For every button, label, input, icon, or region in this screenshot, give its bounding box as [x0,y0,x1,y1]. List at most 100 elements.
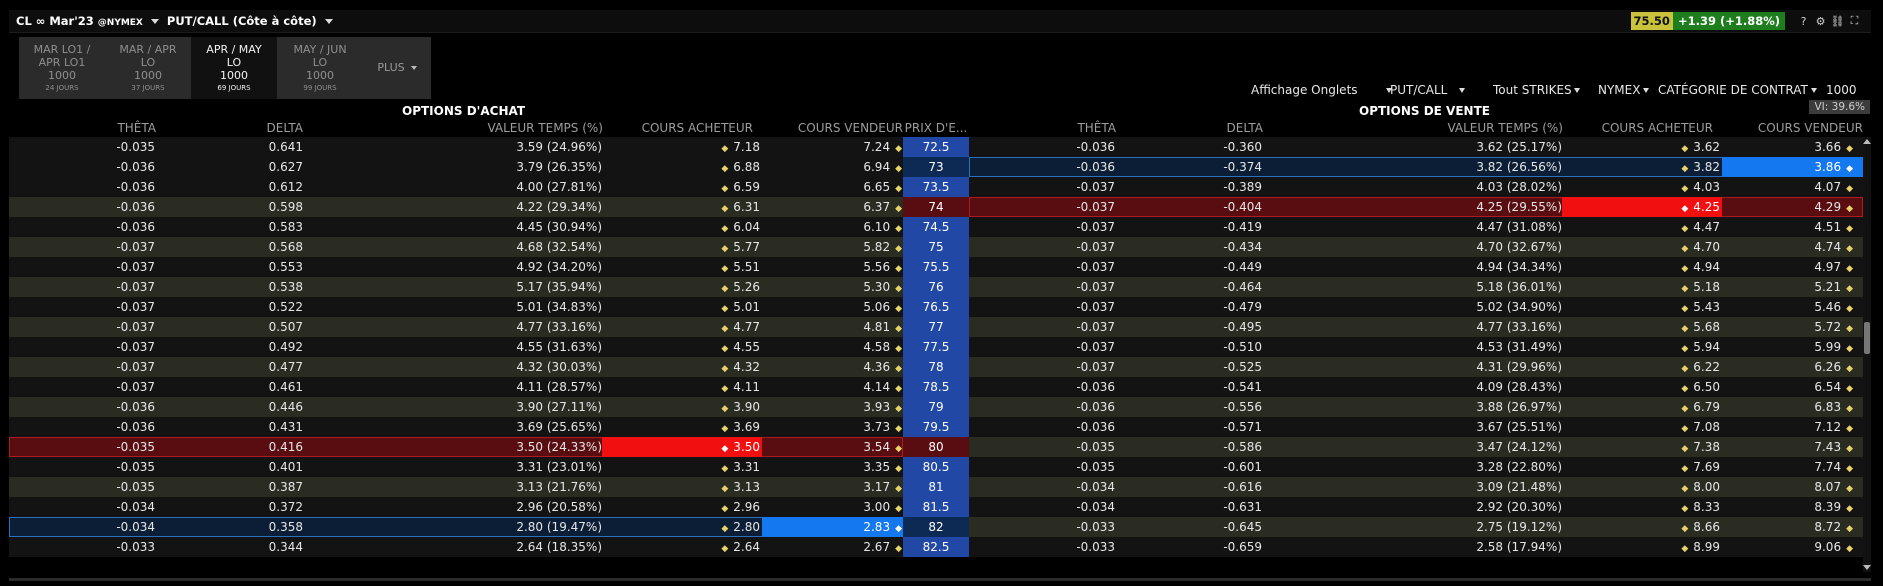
scroll-thumb[interactable] [1864,322,1870,354]
cell-c-bid[interactable]: ◆ 6.88 [602,157,762,177]
cell-c-ask[interactable]: 3.35 ◆ [762,457,912,477]
cell-c-bid[interactable]: ◆ 4.77 [602,317,762,337]
more-tab[interactable]: PLUS [363,37,431,99]
col-header-put-time-value[interactable]: VALEUR TEMPS (%) [1400,121,1563,135]
strike-cell[interactable]: 81.5 [903,497,969,517]
cell-c-bid[interactable]: ◆ 4.55 [602,337,762,357]
cell-c-bid[interactable]: ◆ 4.11 [602,377,762,397]
link-icon[interactable]: ⛓ [1829,15,1846,28]
cell-p-ask[interactable]: 4.29 ◆ [1722,197,1863,217]
contract-size[interactable]: 1000 [1826,83,1857,97]
cell-c-bid[interactable]: ◆ 3.31 [602,457,762,477]
col-header-put-delta[interactable]: DELTA [1200,121,1263,135]
cell-p-bid[interactable]: ◆ 8.99 [1562,537,1722,557]
cell-c-bid[interactable]: ◆ 2.96 [602,497,762,517]
cell-p-bid[interactable]: ◆ 3.62 [1562,137,1722,157]
cell-c-bid[interactable]: ◆ 6.59 [602,177,762,197]
cell-p-bid[interactable]: ◆ 5.18 [1562,277,1722,297]
table-row[interactable]: -0.036 0.431 3.69 (25.65%) ◆ 3.69 3.73 ◆ -0.036… [9,417,1863,437]
col-header-call-theta[interactable]: THÊTA [100,121,156,135]
cell-c-ask[interactable]: 2.67 ◆ [762,537,912,557]
cell-p-ask[interactable]: 6.83 ◆ [1722,397,1863,417]
strike-cell[interactable]: 79 [903,397,969,417]
cell-p-bid[interactable]: ◆ 6.79 [1562,397,1722,417]
strike-cell[interactable]: 78.5 [903,377,969,397]
cell-c-ask[interactable]: 6.10 ◆ [762,217,912,237]
strike-cell[interactable]: 82.5 [903,537,969,557]
table-row[interactable]: -0.037 0.461 4.11 (28.57%) ◆ 4.11 4.14 ◆ -0.036… [9,377,1863,397]
table-row[interactable]: -0.034 0.358 2.80 (19.47%) ◆ 2.80 2.83 ◆ -0.033… [9,517,1863,537]
table-row[interactable]: -0.037 0.522 5.01 (34.83%) ◆ 5.01 5.06 ◆ -0.037… [9,297,1863,317]
strike-cell[interactable]: 81 [903,477,969,497]
scroll-down-icon[interactable] [1863,565,1871,570]
cell-p-bid[interactable]: ◆ 4.47 [1562,217,1722,237]
cell-p-bid[interactable]: ◆ 8.00 [1562,477,1722,497]
table-row[interactable]: -0.037 0.492 4.55 (31.63%) ◆ 4.55 4.58 ◆ -0.037… [9,337,1863,357]
strike-cell[interactable]: 72.5 [903,137,969,157]
horizontal-scrollbar[interactable] [9,578,1871,581]
cell-c-ask[interactable]: 5.30 ◆ [762,277,912,297]
cell-p-bid[interactable]: ◆ 5.43 [1562,297,1722,317]
cell-p-bid[interactable]: ◆ 4.70 [1562,237,1722,257]
exchange-dropdown[interactable]: NYMEX [1598,83,1650,97]
cell-c-bid[interactable]: ◆ 5.51 [602,257,762,277]
table-row[interactable]: -0.036 0.583 4.45 (30.94%) ◆ 6.04 6.10 ◆ -0.037… [9,217,1863,237]
col-header-call-ask[interactable]: COURS VENDEUR [760,121,903,135]
strike-cell[interactable]: 73.5 [903,177,969,197]
cell-c-bid[interactable]: ◆ 7.18 [602,137,762,157]
cell-c-ask[interactable]: 3.93 ◆ [762,397,912,417]
expand-icon[interactable]: ⛶ [1846,14,1863,28]
col-header-strike[interactable]: PRIX D'E... [903,121,969,135]
table-row[interactable]: -0.035 0.387 3.13 (21.76%) ◆ 3.13 3.17 ◆ -0.034… [9,477,1863,497]
col-header-call-time-value[interactable]: VALEUR TEMPS (%) [440,121,603,135]
scroll-up-icon[interactable] [1863,139,1871,144]
cell-c-ask[interactable]: 7.24 ◆ [762,137,912,157]
table-row[interactable]: -0.037 0.553 4.92 (34.20%) ◆ 5.51 5.56 ◆ -0.037… [9,257,1863,277]
table-row[interactable]: -0.037 0.507 4.77 (33.16%) ◆ 4.77 4.81 ◆ -0.037… [9,317,1863,337]
cell-p-ask[interactable]: 4.74 ◆ [1722,237,1863,257]
table-row[interactable]: -0.036 0.598 4.22 (29.34%) ◆ 6.31 6.37 ◆ -0.037… [9,197,1863,217]
cell-c-ask[interactable]: 4.14 ◆ [762,377,912,397]
cell-p-bid[interactable]: ◆ 8.33 [1562,497,1722,517]
cell-c-ask[interactable]: 3.73 ◆ [762,417,912,437]
cell-p-bid[interactable]: ◆ 5.94 [1562,337,1722,357]
table-row[interactable]: -0.035 0.401 3.31 (23.01%) ◆ 3.31 3.35 ◆ -0.035… [9,457,1863,477]
help-icon[interactable]: ? [1795,15,1812,28]
cell-p-bid[interactable]: ◆ 7.08 [1562,417,1722,437]
cell-c-ask[interactable]: 3.00 ◆ [762,497,912,517]
cell-p-bid[interactable]: ◆ 8.66 [1562,517,1722,537]
cell-p-ask[interactable]: 4.51 ◆ [1722,217,1863,237]
strike-cell[interactable]: 80 [903,437,969,457]
cell-c-bid[interactable]: ◆ 2.64 [602,537,762,557]
cell-c-ask[interactable]: 4.81 ◆ [762,317,912,337]
strike-cell[interactable]: 82 [903,517,969,537]
cell-c-ask[interactable]: 6.65 ◆ [762,177,912,197]
table-row[interactable]: -0.036 0.627 3.79 (26.35%) ◆ 6.88 6.94 ◆ -0.036… [9,157,1863,177]
cell-p-bid[interactable]: ◆ 4.03 [1562,177,1722,197]
cell-c-bid[interactable]: ◆ 5.01 [602,297,762,317]
cell-c-ask[interactable]: 4.58 ◆ [762,337,912,357]
strike-cell[interactable]: 77 [903,317,969,337]
expiry-tab[interactable]: MAY / JUN LO 1000 99 JOURS [277,37,363,99]
table-row[interactable]: -0.035 0.641 3.59 (24.96%) ◆ 7.18 7.24 ◆ -0.036… [9,137,1863,157]
cell-c-bid[interactable]: ◆ 6.31 [602,197,762,217]
cell-p-ask[interactable]: 3.86 ◆ [1722,157,1863,177]
cell-c-bid[interactable]: ◆ 5.26 [602,277,762,297]
table-row[interactable]: -0.034 0.372 2.96 (20.58%) ◆ 2.96 3.00 ◆ -0.034… [9,497,1863,517]
cell-p-bid[interactable]: ◆ 4.94 [1562,257,1722,277]
symbol-selector[interactable]: CL ∞ Mar'23 @NYMEX [9,14,167,28]
cell-c-bid[interactable]: ◆ 2.80 [602,517,762,537]
cell-p-ask[interactable]: 5.46 ◆ [1722,297,1863,317]
strike-cell[interactable]: 74.5 [903,217,969,237]
cell-c-ask[interactable]: 2.83 ◆ [762,517,912,537]
cell-p-ask[interactable]: 7.74 ◆ [1722,457,1863,477]
cell-p-ask[interactable]: 5.72 ◆ [1722,317,1863,337]
cell-c-bid[interactable]: ◆ 3.69 [602,417,762,437]
table-row[interactable]: -0.037 0.538 5.17 (35.94%) ◆ 5.26 5.30 ◆ -0.037… [9,277,1863,297]
strike-cell[interactable]: 79.5 [903,417,969,437]
mode-selector[interactable]: PUT/CALL (Côte à côte) [167,14,341,28]
strike-cell[interactable]: 78 [903,357,969,377]
col-header-call-bid[interactable]: COURS ACHETEUR [600,121,753,135]
display-mode-dropdown[interactable]: Affichage Onglets [1251,83,1392,97]
cell-c-bid[interactable]: ◆ 3.50 [602,437,762,457]
